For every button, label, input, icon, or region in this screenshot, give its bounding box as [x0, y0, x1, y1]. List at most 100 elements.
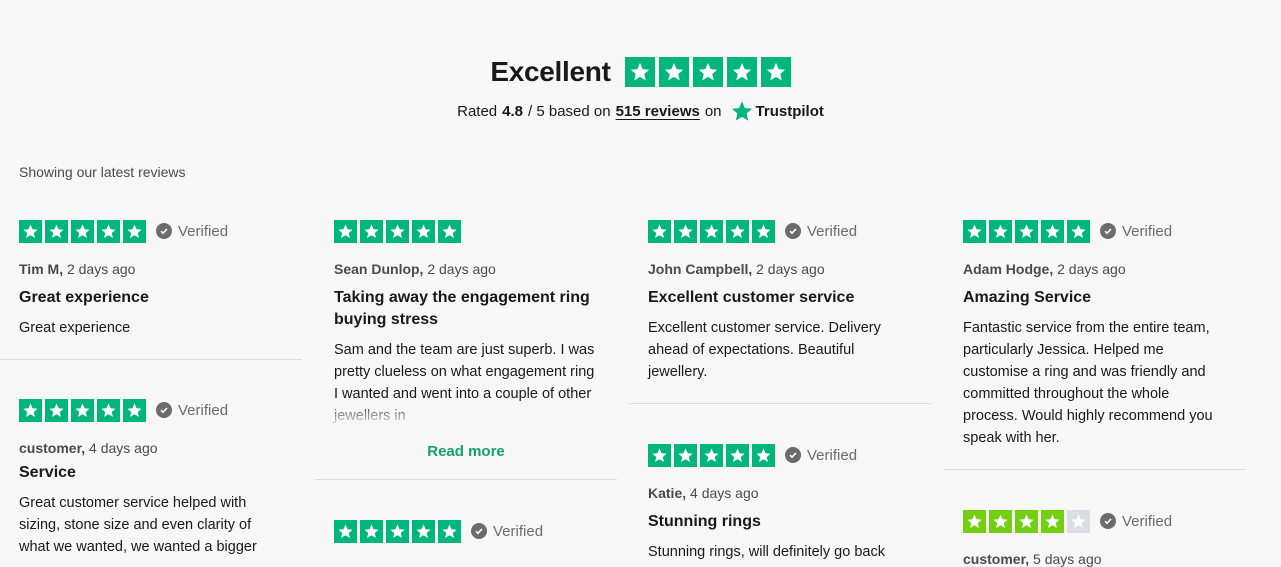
star-icon	[963, 219, 986, 243]
trustpilot-logo[interactable]: Trustpilot	[731, 100, 824, 122]
star-icon	[386, 219, 409, 243]
star-icon	[658, 57, 689, 87]
star-icon	[334, 219, 357, 243]
review-card[interactable]: Verified Adam Hodge, 2 days ago Amazing …	[944, 218, 1246, 449]
review-column-2: Sean Dunlop, 2 days ago Taking away the …	[315, 218, 617, 544]
check-icon	[1100, 223, 1116, 239]
review-body: Fantastic service from the entire team, …	[963, 320, 1213, 446]
star-icon	[1015, 509, 1038, 533]
review-author: Sean Dunlop, 2 days ago	[334, 261, 496, 277]
star-icon	[386, 519, 409, 543]
review-card[interactable]: Verified Tim M, 2 days ago Great experie…	[0, 218, 302, 339]
check-icon	[471, 523, 487, 539]
review-stars	[19, 219, 146, 243]
review-card[interactable]: Verified John Campbell, 2 days ago Excel…	[629, 218, 931, 383]
review-body: Great experience	[19, 320, 131, 336]
review-column-4: Verified Adam Hodge, 2 days ago Amazing …	[944, 218, 1246, 567]
star-icon	[412, 519, 435, 543]
review-card[interactable]: Verified Katie, 4 days ago Stunning ring…	[629, 442, 931, 563]
check-icon	[785, 223, 801, 239]
divider	[315, 479, 617, 480]
review-body: Sam and the team are just superb. I was …	[334, 339, 598, 427]
verified-badge: Verified	[785, 447, 857, 464]
check-icon	[1100, 513, 1116, 529]
review-card[interactable]: Verified customer, 4 days ago Service Gr…	[0, 397, 302, 558]
review-card[interactable]: Verified customer, 5 days ago	[944, 508, 1246, 567]
rating-suffix: / 5 based on	[528, 102, 611, 120]
star-icon	[19, 219, 42, 243]
review-stars	[963, 219, 1090, 243]
star-icon	[674, 443, 697, 467]
review-card[interactable]: Verified	[315, 518, 617, 544]
review-author: customer, 4 days ago	[19, 440, 158, 456]
star-icon	[438, 519, 461, 543]
star-icon	[360, 219, 383, 243]
review-stars	[334, 519, 461, 543]
review-column-3: Verified John Campbell, 2 days ago Excel…	[629, 218, 931, 563]
divider	[0, 359, 302, 360]
read-more-link[interactable]: Read more	[334, 443, 598, 460]
star-icon	[1041, 219, 1064, 243]
review-title: Excellent customer service	[648, 289, 855, 306]
verified-badge: Verified	[1100, 223, 1172, 240]
review-title: Amazing Service	[963, 289, 1092, 306]
rating-headline: Excellent	[490, 56, 611, 87]
verified-badge: Verified	[471, 523, 543, 540]
star-icon	[648, 219, 671, 243]
review-stars	[334, 219, 461, 243]
review-card[interactable]: Sean Dunlop, 2 days ago Taking away the …	[315, 218, 617, 460]
star-icon	[726, 57, 757, 87]
verified-badge: Verified	[156, 223, 228, 240]
star-icon	[438, 219, 461, 243]
rated-prefix: Rated	[457, 102, 498, 120]
verified-badge: Verified	[785, 223, 857, 240]
verified-badge: Verified	[1100, 513, 1172, 530]
star-icon	[989, 219, 1012, 243]
star-icon	[1067, 219, 1090, 243]
star-icon	[71, 398, 94, 422]
review-stars	[963, 509, 1090, 533]
star-icon	[19, 398, 42, 422]
trustpilot-star-icon	[731, 101, 752, 121]
star-icon	[674, 219, 697, 243]
reviews-count-link[interactable]: 515 reviews	[616, 103, 700, 120]
review-author: Tim M, 2 days ago	[19, 261, 136, 277]
review-stars	[19, 398, 146, 422]
review-author: Katie, 4 days ago	[648, 485, 759, 501]
star-icon	[71, 219, 94, 243]
review-stars	[648, 443, 775, 467]
star-icon	[1041, 509, 1064, 533]
star-icon	[97, 398, 120, 422]
star-icon	[760, 57, 791, 87]
star-icon	[648, 443, 671, 467]
star-icon	[123, 398, 146, 422]
star-icon	[692, 57, 723, 87]
star-icon	[726, 443, 749, 467]
rating-summary: Excellent Rated 4.8 / 5 based on 515 rev…	[0, 56, 1281, 122]
star-icon	[726, 219, 749, 243]
review-stars	[648, 219, 775, 243]
review-column-1: Verified Tim M, 2 days ago Great experie…	[0, 218, 302, 558]
review-title: Great experience	[19, 289, 149, 306]
showing-label: Showing our latest reviews	[19, 164, 186, 180]
star-icon	[123, 219, 146, 243]
star-icon	[45, 219, 68, 243]
trustpilot-wordmark: Trustpilot	[755, 102, 824, 120]
star-icon	[412, 219, 435, 243]
review-title: Taking away the engagement ring buying s…	[334, 289, 590, 328]
check-icon	[156, 223, 172, 239]
review-author: John Campbell, 2 days ago	[648, 261, 825, 277]
star-icon	[963, 509, 986, 533]
star-icon	[334, 519, 357, 543]
review-title: Service	[19, 464, 76, 481]
star-icon	[45, 398, 68, 422]
star-icon	[752, 219, 775, 243]
star-icon	[752, 443, 775, 467]
star-icon	[989, 509, 1012, 533]
rating-value: 4.8	[502, 102, 524, 120]
star-icon	[624, 57, 655, 87]
review-author: Adam Hodge, 2 days ago	[963, 261, 1126, 277]
star-icon	[1015, 219, 1038, 243]
review-body: Great customer service helped with sizin…	[19, 495, 257, 555]
rating-line: Rated 4.8 / 5 based on 515 reviews on Tr…	[0, 100, 1281, 122]
